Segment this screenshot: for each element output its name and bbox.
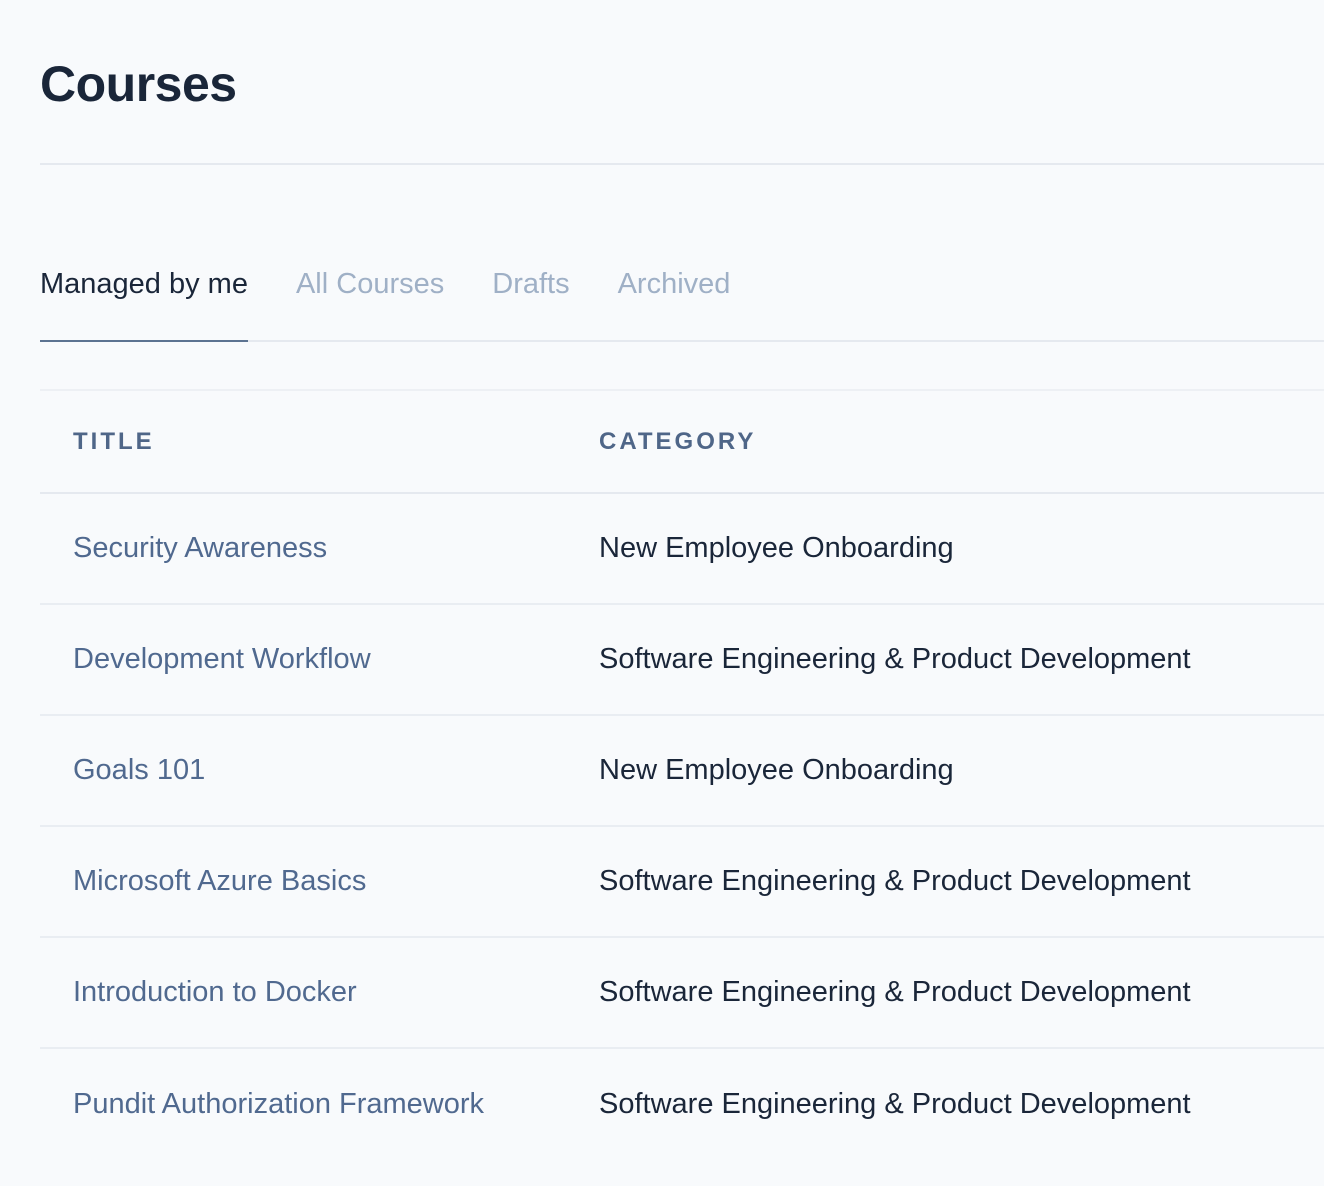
column-header-category[interactable]: CATEGORY bbox=[599, 428, 1324, 456]
course-title-link[interactable]: Goals 101 bbox=[73, 754, 205, 786]
course-category: New Employee Onboarding bbox=[599, 754, 954, 786]
tab-managed-by-me[interactable]: Managed by me bbox=[40, 258, 248, 342]
course-category: Software Engineering & Product Developme… bbox=[599, 1088, 1191, 1120]
course-title-link[interactable]: Microsoft Azure Basics bbox=[73, 865, 366, 897]
course-tabs: Managed by me All Courses Drafts Archive… bbox=[40, 258, 1324, 342]
tab-drafts[interactable]: Drafts bbox=[492, 258, 569, 340]
table-row[interactable]: Security Awareness New Employee Onboardi… bbox=[40, 494, 1324, 605]
course-category: Software Engineering & Product Developme… bbox=[599, 976, 1191, 1008]
page-title: Courses bbox=[40, 56, 237, 112]
course-category: New Employee Onboarding bbox=[599, 532, 954, 564]
tab-archived[interactable]: Archived bbox=[618, 258, 731, 340]
column-header-title[interactable]: TITLE bbox=[40, 428, 599, 456]
course-title-link[interactable]: Development Workflow bbox=[73, 643, 371, 675]
course-category: Software Engineering & Product Developme… bbox=[599, 865, 1191, 897]
course-title-link[interactable]: Introduction to Docker bbox=[73, 976, 357, 1008]
table-row[interactable]: Pundit Authorization Framework Software … bbox=[40, 1049, 1324, 1160]
table-row[interactable]: Development Workflow Software Engineerin… bbox=[40, 605, 1324, 716]
table-row[interactable]: Microsoft Azure Basics Software Engineer… bbox=[40, 827, 1324, 938]
courses-page: Courses Managed by me All Courses Drafts… bbox=[0, 0, 1324, 1186]
course-title-link[interactable]: Pundit Authorization Framework bbox=[73, 1088, 484, 1120]
table-row[interactable]: Goals 101 New Employee Onboarding bbox=[40, 716, 1324, 827]
table-row[interactable]: Introduction to Docker Software Engineer… bbox=[40, 938, 1324, 1049]
table-header: TITLE CATEGORY bbox=[40, 389, 1324, 494]
course-title-link[interactable]: Security Awareness bbox=[73, 532, 327, 564]
tab-all-courses[interactable]: All Courses bbox=[296, 258, 444, 340]
title-divider bbox=[40, 163, 1324, 165]
courses-table: TITLE CATEGORY Security Awareness New Em… bbox=[40, 389, 1324, 1160]
course-category: Software Engineering & Product Developme… bbox=[599, 643, 1191, 675]
